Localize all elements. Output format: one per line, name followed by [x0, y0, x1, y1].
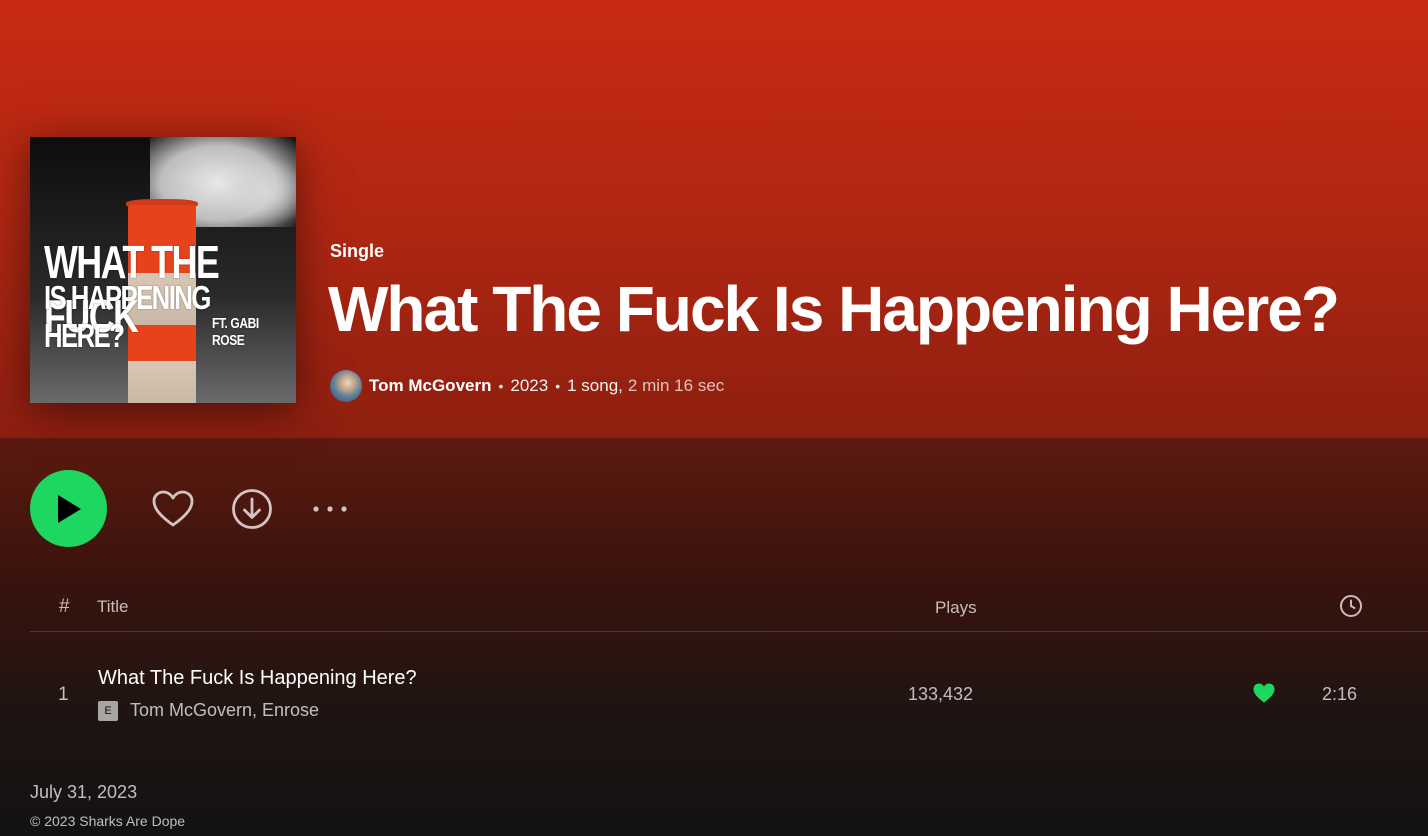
explicit-badge: E [98, 700, 118, 721]
cover-smoke-2 [220, 157, 296, 227]
artist-link[interactable]: Tom McGovern [369, 376, 491, 396]
track-like-button[interactable] [1252, 682, 1276, 709]
cover-text-line3: FT. GABI ROSE [212, 315, 259, 349]
download-button[interactable] [230, 487, 274, 531]
download-icon [232, 489, 272, 529]
header-title[interactable]: Title [97, 597, 129, 617]
play-button[interactable] [30, 470, 107, 547]
page-title: What The Fuck Is Happening Here? [328, 273, 1340, 345]
heart-outline-icon [152, 490, 194, 527]
track-number: 1 [58, 684, 69, 705]
tracklist-header: # Title Plays [30, 592, 1428, 632]
table-row[interactable]: 1 What The Fuck Is Happening Here? E Tom… [30, 660, 1428, 730]
album-duration: 2 min 16 sec [627, 376, 725, 395]
album-cover[interactable]: WHAT THE FUCK IS HAPPENING HERE? FT. GAB… [30, 137, 296, 403]
clock-icon [1340, 595, 1362, 617]
header-plays[interactable]: Plays [935, 598, 977, 618]
track-plays: 133,432 [908, 684, 974, 704]
track-artists: E Tom McGovern, Enrose [98, 700, 319, 721]
release-type: Single [330, 241, 385, 261]
copyright: © 2023 Sharks Are Dope [30, 813, 186, 829]
play-icon [57, 494, 81, 523]
content-area [0, 438, 1428, 836]
track-title-link[interactable]: What The Fuck Is Happening Here? [98, 667, 417, 690]
track-artist-links[interactable]: Tom McGovern, Enrose [130, 700, 319, 721]
more-options-button[interactable] [308, 496, 352, 522]
header-number: # [59, 596, 70, 617]
artist-avatar[interactable] [330, 370, 362, 402]
header-duration[interactable] [1339, 594, 1363, 623]
like-button[interactable] [150, 486, 196, 532]
release-date: July 31, 2023 [30, 782, 138, 802]
separator-dot: • [498, 378, 504, 394]
more-icon [313, 506, 347, 512]
album-meta: Tom McGovern • 2023 • 1 song, 2 min 16 s… [330, 370, 724, 402]
separator-dot: • [555, 378, 561, 394]
release-year: 2023 [510, 376, 549, 395]
heart-filled-icon [1253, 683, 1275, 703]
song-count: 1 song, [567, 376, 623, 395]
track-duration: 2:16 [1322, 684, 1358, 704]
